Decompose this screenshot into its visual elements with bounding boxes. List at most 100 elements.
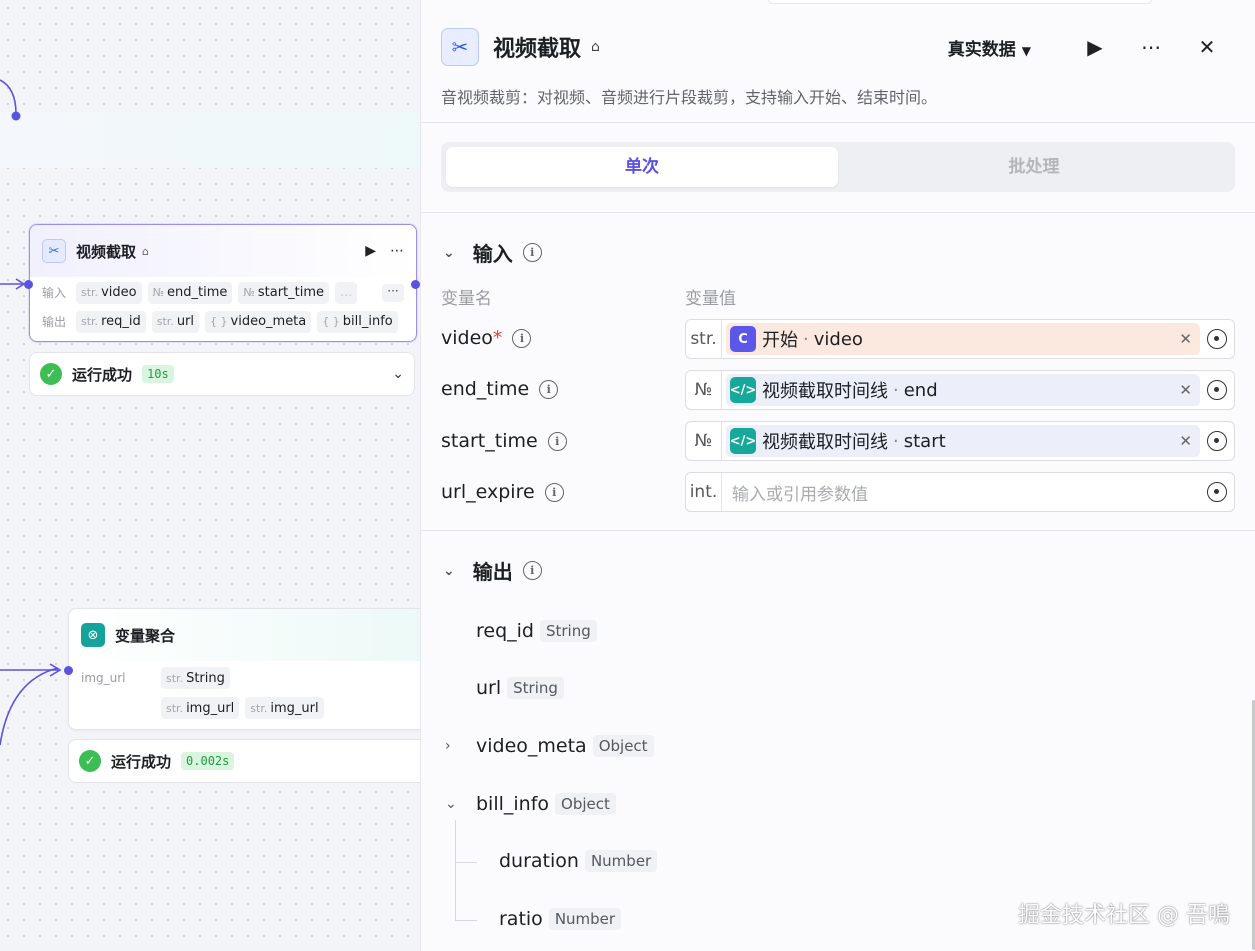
info-icon[interactable]: i xyxy=(544,482,564,502)
ref-tag[interactable]: </> 视频截取时间线 · start ✕ xyxy=(726,425,1200,457)
input-chip-faded: ... xyxy=(335,281,358,304)
close-icon[interactable]: ✕ xyxy=(1179,35,1235,59)
var-chip: str. img_url xyxy=(161,697,240,719)
var-name-url-expire: url_expire i xyxy=(441,481,564,503)
chevron-down-icon[interactable]: ⌄ xyxy=(445,796,476,812)
output-chip: str. url xyxy=(151,310,200,333)
type-tag: str. xyxy=(686,320,722,358)
input-port[interactable] xyxy=(64,666,73,675)
info-icon[interactable]: i xyxy=(522,243,542,262)
connection-lines xyxy=(0,79,62,746)
variable-picker[interactable] xyxy=(1200,320,1234,358)
info-icon[interactable]: i xyxy=(512,328,532,348)
picker-icon xyxy=(1207,380,1227,400)
output-child-item: ratio Number xyxy=(499,908,622,930)
more-icon[interactable]: ⋯ xyxy=(390,243,404,259)
output-child-item: duration Number xyxy=(499,850,658,872)
var-name-end-time: end_time i xyxy=(441,378,559,400)
output-chip: str. req_id xyxy=(76,310,146,333)
input-label: 输入 xyxy=(42,286,67,300)
chevron-right-icon[interactable]: › xyxy=(445,738,476,754)
success-check-icon: ✓ xyxy=(40,363,62,385)
ref-tag[interactable]: </> 视频截取时间线 · end ✕ xyxy=(726,374,1200,406)
var-name-video: video * i xyxy=(441,327,532,349)
plugin-icon: ⌂ xyxy=(591,39,600,55)
input-chip: № start_time xyxy=(238,281,330,304)
input-chip: № end_time xyxy=(147,281,233,304)
node-header: ✂ 视频截取 ⌂ ▶ ⋯ xyxy=(30,225,416,277)
input-port[interactable] xyxy=(24,280,33,289)
tab-batch[interactable]: 批处理 xyxy=(838,147,1230,187)
output-item-expanded[interactable]: ⌄ bill_info Object xyxy=(445,793,616,815)
output-item: req_id String xyxy=(476,620,597,642)
var-value-end-time[interactable]: № </> 视频截取时间线 · end ✕ xyxy=(685,370,1235,410)
node-title: 视频截取 xyxy=(76,242,137,261)
type-badge: Object xyxy=(555,793,616,815)
chevron-down-icon[interactable]: ⌄ xyxy=(443,245,455,261)
output-item-expandable[interactable]: › video_meta Object xyxy=(445,735,654,757)
panel-description: 音视频裁剪：对视频、音频进行片段裁剪，支持输入开始、结束时间。 xyxy=(441,88,938,107)
var-value-url-expire[interactable]: int. 输入或引用参数值 xyxy=(685,472,1235,512)
output-label: 输出 xyxy=(42,315,67,329)
output-section-title: 输出 xyxy=(472,560,513,584)
duration-badge: 0.002s xyxy=(181,752,235,770)
more-inputs-button[interactable]: ··· xyxy=(382,283,404,302)
variable-merge-node[interactable]: ⊗ 变量聚合 img_url str. String str. img_url st… xyxy=(68,608,430,730)
tab-single[interactable]: 单次 xyxy=(446,147,838,187)
data-mode-select[interactable]: 真实数据 ▼ xyxy=(948,35,1031,60)
clear-icon[interactable]: ✕ xyxy=(1179,432,1192,450)
type-tag: № xyxy=(686,422,722,460)
info-icon[interactable]: i xyxy=(547,431,567,451)
workflow-canvas[interactable]: ✂ 视频截取 ⌂ ▶ ⋯ 输入 str. video № end_time № sta… xyxy=(0,0,430,951)
info-icon[interactable]: i xyxy=(539,379,559,399)
run-status[interactable]: ✓ 运行成功 0.002s xyxy=(68,739,430,783)
code-icon: </> xyxy=(730,428,756,454)
input-section-toggle[interactable]: ⌄ 输入 i xyxy=(443,238,542,267)
type-tag: № xyxy=(686,371,722,409)
clear-icon[interactable]: ✕ xyxy=(1179,381,1192,399)
var-chip: str. String xyxy=(161,667,230,689)
merge-icon: ⊗ xyxy=(81,623,105,647)
input-chip: str. video xyxy=(76,281,142,304)
var-value-start-time[interactable]: № </> 视频截取时间线 · start ✕ xyxy=(685,421,1235,461)
success-check-icon: ✓ xyxy=(79,750,101,772)
picker-icon xyxy=(1207,329,1227,349)
output-item: url String xyxy=(476,677,564,699)
type-tag: int. xyxy=(686,473,722,511)
tree-line xyxy=(455,862,477,863)
chevron-down-icon[interactable]: ⌄ xyxy=(443,563,455,579)
output-section-toggle[interactable]: ⌄ 输出 i xyxy=(443,556,542,585)
divider xyxy=(421,212,1255,213)
variable-picker[interactable] xyxy=(1200,473,1234,511)
output-port[interactable] xyxy=(411,280,420,289)
variable-picker[interactable] xyxy=(1200,371,1234,409)
type-badge: String xyxy=(507,677,564,699)
var-label: img_url xyxy=(81,671,126,685)
col-header-value: 变量值 xyxy=(685,289,736,309)
chevron-down-icon[interactable]: ⌄ xyxy=(392,366,404,382)
video-clip-node[interactable]: ✂ 视频截取 ⌂ ▶ ⋯ 输入 str. video № end_time № sta… xyxy=(29,224,417,342)
more-icon[interactable]: ⋯ xyxy=(1123,35,1179,59)
tree-line xyxy=(455,920,477,921)
node-header: ⊗ 变量聚合 xyxy=(69,609,430,661)
picker-icon xyxy=(1207,482,1227,502)
run-status[interactable]: ✓ 运行成功 10s ⌄ xyxy=(29,352,415,396)
variable-picker[interactable] xyxy=(1200,422,1234,460)
var-chip: str. img_url xyxy=(245,697,324,719)
ref-tag[interactable]: C 开始 · video ✕ xyxy=(726,323,1200,355)
run-node-icon[interactable]: ▶ xyxy=(365,243,376,259)
watermark: 掘金技术社区 @ 吾鳴 xyxy=(1018,903,1230,928)
run-icon[interactable]: ▶ xyxy=(1067,35,1123,59)
top-toolbar-edge xyxy=(768,0,1152,4)
video-clip-icon: ✂ xyxy=(441,28,479,66)
type-badge: Number xyxy=(584,850,658,872)
info-icon[interactable]: i xyxy=(522,561,542,580)
node-title: 变量聚合 xyxy=(115,626,176,645)
col-header-name: 变量名 xyxy=(441,289,492,309)
var-value-video[interactable]: str. C 开始 · video ✕ xyxy=(685,319,1235,359)
status-text: 运行成功 xyxy=(111,752,172,771)
clear-icon[interactable]: ✕ xyxy=(1179,330,1192,348)
url-expire-input[interactable]: 输入或引用参数值 xyxy=(722,480,1200,505)
node-config-panel: ✂ 视频截取 ⌂ 真实数据 ▼ ▶ ⋯ ✕ 音视频裁剪：对视频、音频进行片段裁剪，… xyxy=(420,0,1255,951)
mode-tabs: 单次 批处理 xyxy=(441,142,1235,192)
